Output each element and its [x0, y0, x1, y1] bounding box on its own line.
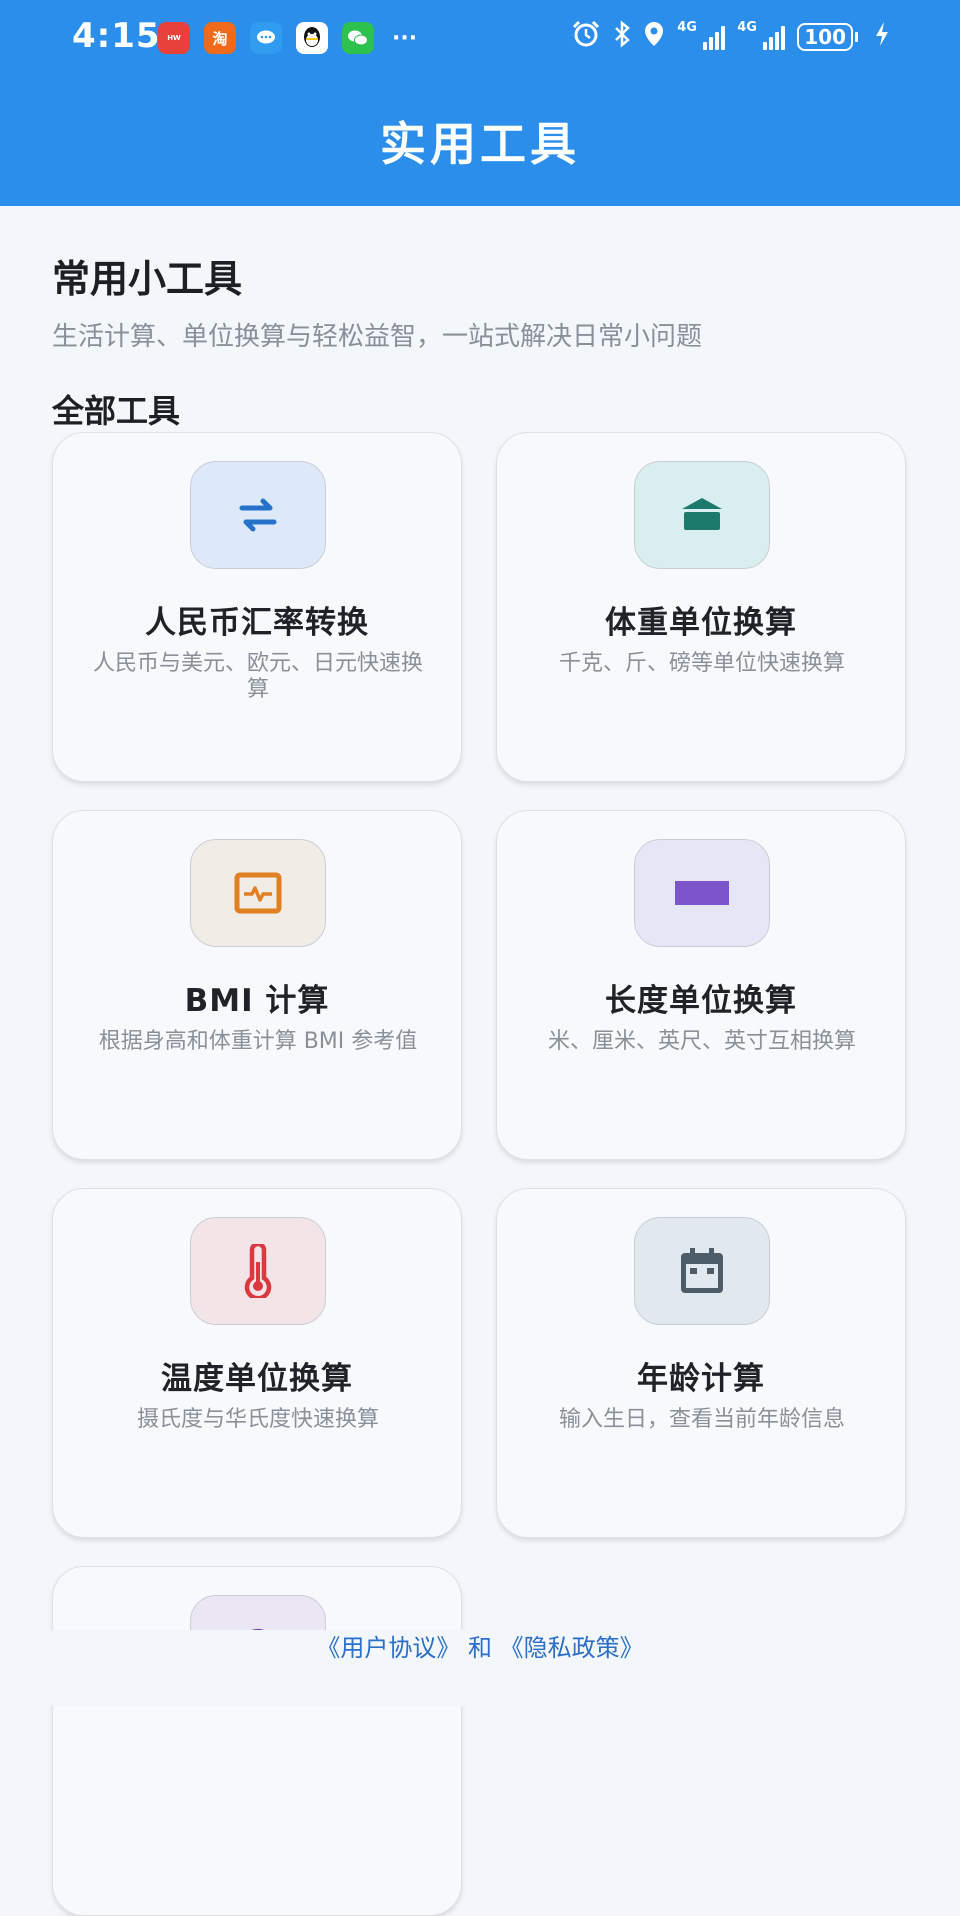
- all-tools-heading: 全部工具: [52, 392, 181, 430]
- battery-level: 100: [797, 23, 853, 51]
- thermometer-icon: [244, 1244, 272, 1298]
- location-icon: [643, 20, 665, 54]
- bluetooth-icon: [613, 20, 631, 54]
- tool-name: 体重单位换算: [605, 605, 797, 641]
- tool-icon-box: [190, 1217, 326, 1325]
- tool-name: 温度单位换算: [161, 1361, 353, 1397]
- signal-strength-icon: 4G: [677, 20, 726, 50]
- tool-card-length[interactable]: 长度单位换算 米、厘米、英尺、英寸互相换算: [496, 810, 906, 1160]
- tool-icon-box: [634, 1217, 770, 1325]
- tool-name: BMI 计算: [184, 983, 330, 1019]
- intro-subtitle: 生活计算、单位换算与轻松益智，一站式解决日常小问题: [52, 322, 703, 352]
- taobao-app-icon: 淘: [204, 22, 236, 54]
- tool-description: 米、厘米、英尺、英寸互相换算: [547, 1029, 856, 1054]
- tool-icon-box: [634, 839, 770, 947]
- status-time: 4:15: [72, 16, 161, 56]
- tool-name: 年龄计算: [637, 1361, 765, 1397]
- tool-icon-box: [190, 461, 326, 569]
- tool-card-currency[interactable]: 人民币汇率转换 人民币与美元、欧元、日元快速换算: [52, 432, 462, 782]
- privacy-policy-link[interactable]: 《隐私政策》: [500, 1634, 644, 1662]
- battery-icon: 100: [797, 23, 858, 51]
- tool-description: 根据身高和体重计算 BMI 参考值: [98, 1029, 418, 1054]
- more-notifications-icon: ···: [392, 25, 418, 51]
- messages-app-icon: [250, 22, 282, 54]
- footer-and-text: 和: [468, 1634, 492, 1662]
- tool-description: 人民币与美元、欧元、日元快速换算: [92, 651, 423, 702]
- tool-card-bmi[interactable]: BMI 计算 根据身高和体重计算 BMI 参考值: [52, 810, 462, 1160]
- wechat-app-icon: [342, 22, 374, 54]
- exchange-arrows-icon: [239, 498, 277, 532]
- ruler-icon: [675, 881, 729, 905]
- calendar-icon: [681, 1248, 723, 1293]
- tool-icon-box: [190, 839, 326, 947]
- tool-card-game[interactable]: [52, 1566, 462, 1916]
- tool-description: 摄氏度与华氏度快速换算: [136, 1407, 379, 1432]
- qq-app-icon: [296, 22, 328, 54]
- user-agreement-link[interactable]: 《用户协议》: [316, 1634, 460, 1662]
- page-title: 实用工具: [380, 117, 580, 171]
- status-bar: 4:15 HW 淘 ··· 4G 4G 100: [0, 0, 960, 76]
- system-status-icons: 4G 4G 100: [571, 20, 890, 54]
- huawei-app-icon: HW: [158, 22, 190, 54]
- tool-card-age[interactable]: 年龄计算 输入生日，查看当前年龄信息: [496, 1188, 906, 1538]
- tool-description: 输入生日，查看当前年龄信息: [558, 1407, 845, 1432]
- notification-icons: HW 淘 ···: [158, 22, 417, 54]
- charging-icon: [874, 21, 890, 53]
- tool-description: 千克、斤、磅等单位快速换算: [558, 651, 845, 676]
- tool-card-weight[interactable]: 体重单位换算 千克、斤、磅等单位快速换算: [496, 432, 906, 782]
- tool-name: 人民币汇率转换: [145, 605, 369, 641]
- footer-legal-links: 《用户协议》 和 《隐私政策》: [0, 1628, 960, 1663]
- tool-icon-box: [634, 461, 770, 569]
- alarm-icon: [571, 20, 601, 54]
- tool-card-temperature[interactable]: 温度单位换算 摄氏度与华氏度快速换算: [52, 1188, 462, 1538]
- app-header: 4:15 HW 淘 ··· 4G 4G 100 实用工具: [0, 0, 960, 206]
- signal-strength-icon-2: 4G: [737, 20, 786, 50]
- health-monitor-icon: [234, 872, 282, 914]
- intro-title: 常用小工具: [52, 257, 243, 301]
- tool-name: 长度单位换算: [605, 983, 797, 1019]
- scale-icon: [682, 498, 722, 530]
